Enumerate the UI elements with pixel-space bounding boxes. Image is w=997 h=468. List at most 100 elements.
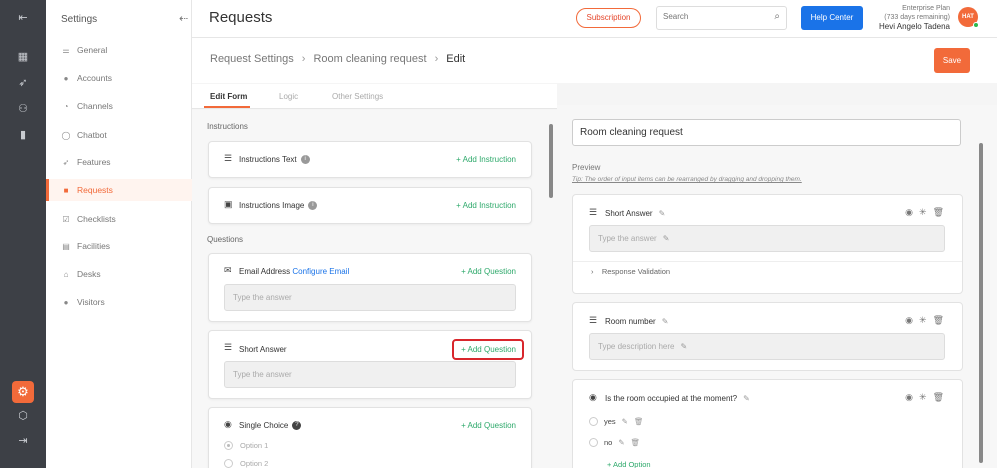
breadcrumb-item-request-settings[interactable]: Request Settings [210,53,294,65]
add-instruction-button[interactable]: + Add Instruction [456,155,516,164]
placeholder-text: Type description here [598,342,675,351]
sidebar-item-visitors[interactable]: ● Visitors [46,291,192,313]
edit-pencil-icon[interactable]: ✎ [681,342,688,351]
gear-icon[interactable]: ⚙ [12,381,34,403]
desk-icon: ⌂ [63,269,69,279]
preview-question-short-answer[interactable]: ☰ Short Answer ✎ ◉ ✳ 🗑 Type the answer ✎ ›… [572,194,963,294]
sidebar-item-label: Requests [77,185,113,195]
add-question-button[interactable]: + Add Question [461,345,516,354]
preview-question-room-occupied[interactable]: ◉ Is the room occupied at the moment? ✎ ◉… [572,379,963,468]
breadcrumb-item-room-cleaning[interactable]: Room cleaning request [313,53,426,65]
plan-days: (733 days remaining) [884,14,950,21]
user-name: Hevi Angelo Tadena [878,22,950,31]
answer-placeholder-box: Type the answer [224,361,516,388]
single-choice-question-card: ◉ Single Choice? + Add Question Option 1… [208,407,532,468]
trash-icon[interactable]: 🗑 [933,392,944,403]
add-instruction-button[interactable]: + Add Instruction [456,201,516,210]
channels-icon: ◔ [63,101,69,111]
question-title: Room number ✎ [605,317,668,326]
add-question-button[interactable]: + Add Question [461,421,516,430]
chevron-right-icon: › [434,53,439,65]
sidebar-item-requests[interactable]: ■ Requests [46,179,192,201]
right-scrollbar[interactable] [979,143,983,463]
trash-icon[interactable]: 🗑 [634,417,644,426]
info-icon[interactable]: i [300,155,310,165]
request-title-input[interactable]: Room cleaning request [572,119,961,146]
sidebar-item-checklists[interactable]: ☑ Checklists [46,208,192,230]
required-asterisk-icon[interactable]: ✳ [919,315,927,326]
chevron-right-icon: › [301,53,306,65]
question-actions: ◉ ✳ 🗑 [905,315,944,326]
top-header: Requests Subscription ⌕ Help Center Ente… [192,0,997,38]
edit-pencil-icon[interactable]: ✎ [743,394,750,403]
visibility-icon[interactable]: ◉ [905,315,913,326]
card-title-text: Email Address [239,267,291,276]
help-center-button[interactable]: Help Center [801,6,863,30]
online-status-dot [973,22,979,28]
radio-option-1 [224,441,233,450]
sidebar-item-facilities[interactable]: ▤ Facilities [46,235,192,257]
tab-other-settings[interactable]: Other Settings [332,92,383,101]
add-option-button[interactable]: + Add Option [607,460,651,468]
sidebar-item-accounts[interactable]: ● Accounts [46,67,192,89]
dashboard-icon[interactable]: ▦ [15,49,31,65]
sidebar-item-chatbot[interactable]: ◯ Chatbot [46,124,192,146]
radio-button[interactable] [589,438,598,447]
option-label: Option 1 [240,441,269,450]
info-icon[interactable]: i [308,201,318,211]
add-question-button[interactable]: + Add Question [461,267,516,276]
text-lines-icon: ☰ [224,342,233,352]
form-preview-panel: Room cleaning request Preview Tip: The o… [557,105,997,468]
left-scrollbar[interactable] [549,124,553,198]
text-lines-icon: ☰ [589,207,598,217]
people-chart-icon[interactable]: ⚇ [15,101,31,117]
question-title: Short Answer ✎ [605,209,665,218]
edit-pencil-icon[interactable]: ✎ [618,438,624,447]
tab-edit-form[interactable]: Edit Form [210,92,247,101]
card-title: Short Answer [239,345,287,354]
response-validation-toggle[interactable]: › Response Validation [591,267,670,276]
visibility-icon[interactable]: ◉ [905,392,913,403]
edit-pencil-icon[interactable]: ✎ [663,234,670,243]
search-box: ⌕ [656,6,787,30]
sidebar-item-channels[interactable]: ◔ Channels [46,95,192,117]
collapse-icon[interactable]: ⇤ [15,10,31,26]
preview-question-room-number[interactable]: ☰ Room number ✎ ◉ ✳ 🗑 Type description he… [572,302,963,371]
sidebar-item-features[interactable]: ➶ Features [46,151,192,173]
question-palette: Instructions ☰ Instructions Text i + Add … [192,110,557,468]
configure-email-link[interactable]: Configure Email [292,267,349,276]
bar-chart-icon[interactable]: ▮ [15,127,31,143]
sidebar-item-general[interactable]: ⚌ General [46,39,192,61]
option-row: yes ✎ 🗑 [589,417,644,426]
sidebar-item-label: Facilities [77,241,111,251]
option-label: no [604,438,613,447]
required-asterisk-icon[interactable]: ✳ [919,207,927,218]
sidebar-item-desks[interactable]: ⌂ Desks [46,263,192,285]
option-label: yes [604,417,616,426]
trash-icon[interactable]: 🗑 [631,438,641,447]
cube-icon[interactable]: ⬡ [15,408,31,424]
card-title: Single Choice? [239,421,302,431]
edit-pencil-icon[interactable]: ✎ [659,209,666,218]
logout-icon[interactable]: ⇥ [15,433,31,449]
save-button[interactable]: Save [934,48,970,73]
required-asterisk-icon[interactable]: ✳ [919,392,927,403]
option-label: Option 2 [240,459,269,468]
rocket-icon: ➶ [62,157,70,167]
question-title-text: Short Answer [605,209,653,218]
visibility-icon[interactable]: ◉ [905,207,913,218]
radio-button[interactable] [589,417,598,426]
search-icon[interactable]: ⌕ [774,11,780,22]
collapse-sidebar-icon[interactable]: ⇠ [179,12,188,25]
tab-logic[interactable]: Logic [279,92,298,101]
trash-icon[interactable]: 🗑 [933,315,944,326]
search-input[interactable] [663,12,763,21]
users-icon: ● [63,73,69,83]
subscription-button[interactable]: Subscription [576,8,641,28]
rocket-icon[interactable]: ➶ [15,75,31,91]
edit-pencil-icon[interactable]: ✎ [622,417,628,426]
answer-placeholder-box: Type description here ✎ [589,333,945,360]
trash-icon[interactable]: 🗑 [933,207,944,218]
edit-pencil-icon[interactable]: ✎ [662,317,669,326]
help-icon[interactable]: ? [292,421,302,431]
